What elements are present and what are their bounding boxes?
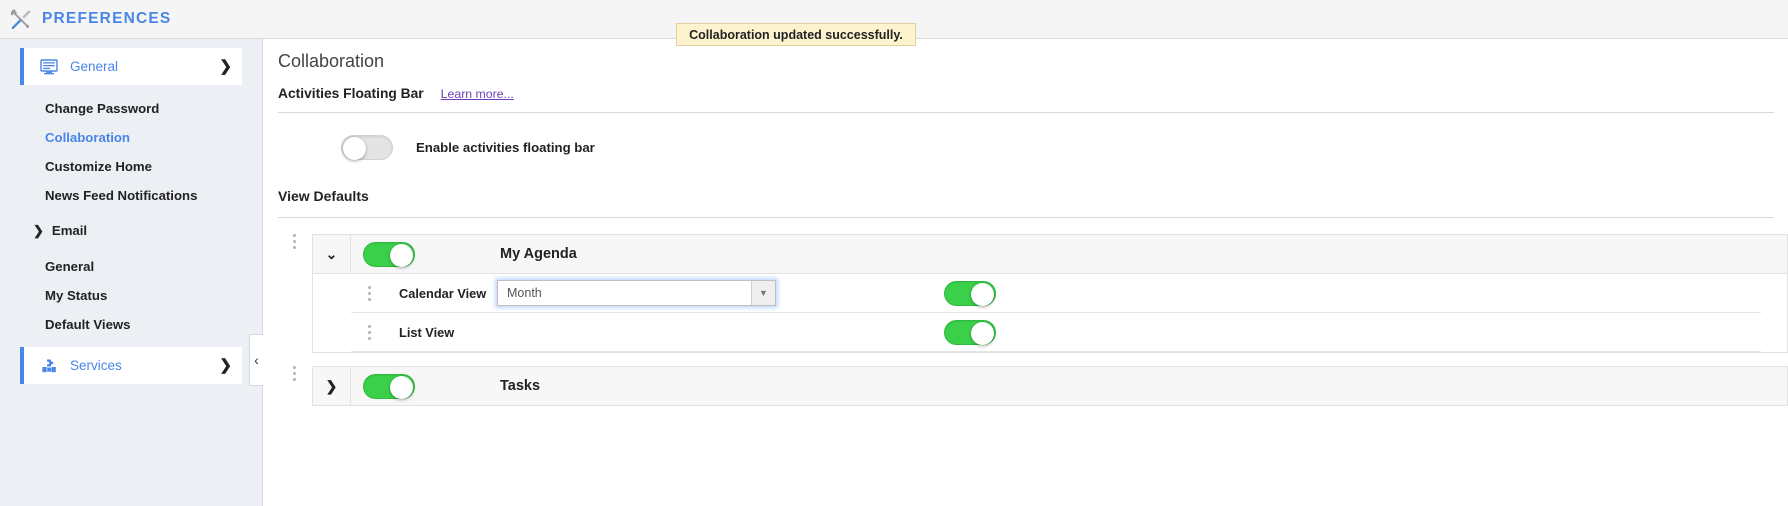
sidebar-item-label: General — [45, 259, 95, 274]
sidebar-section-services-label: Services — [70, 358, 122, 373]
sidebar-item-label: News Feed Notifications — [45, 188, 198, 203]
group-toggle-my-agenda[interactable] — [363, 241, 415, 267]
enable-floating-bar-toggle[interactable] — [341, 135, 393, 160]
sidebar-section-general[interactable]: General ❯ — [20, 48, 242, 85]
drag-handle-icon[interactable] — [363, 285, 375, 301]
calendar-view-toggle[interactable] — [944, 280, 996, 306]
toggle-knob — [971, 321, 994, 345]
view-default-group: ❯ Tasks — [292, 366, 1788, 406]
sidebar-item-email-general[interactable]: General — [0, 252, 262, 281]
group-name: My Agenda — [500, 246, 577, 262]
drag-handle-icon[interactable] — [288, 234, 300, 249]
puzzle-icon — [38, 358, 60, 374]
group-expander-icon[interactable]: ⌄ — [313, 235, 351, 273]
sidebar: General ❯ Change Password Collaboration … — [0, 39, 263, 506]
sidebar-section-services[interactable]: Services ❯ — [20, 347, 242, 384]
group-toggle-tasks[interactable] — [363, 373, 415, 399]
sidebar-item-label: My Status — [45, 288, 108, 303]
toggle-knob — [971, 282, 994, 306]
sidebar-item-label: Change Password — [45, 101, 160, 116]
chevron-left-icon: ‹ — [254, 352, 259, 368]
view-default-row-list-view: List View — [351, 313, 1761, 352]
group-header-tasks: ❯ Tasks — [312, 366, 1788, 406]
toggle-knob — [343, 137, 366, 160]
group-header-my-agenda: ⌄ My Agenda — [312, 234, 1788, 274]
divider — [278, 112, 1774, 113]
toggle-knob — [390, 243, 413, 267]
sidebar-group-label: Email — [51, 223, 88, 238]
sidebar-item-label: Collaboration — [45, 130, 130, 145]
sidebar-item-news-feed-notifications[interactable]: News Feed Notifications — [0, 181, 262, 210]
sidebar-item-default-views[interactable]: Default Views — [0, 310, 262, 339]
toast-message: Collaboration updated successfully. — [689, 27, 903, 42]
drag-handle-icon[interactable] — [288, 366, 300, 381]
chevron-right-icon: ❯ — [219, 58, 232, 75]
chevron-right-icon: ❯ — [219, 357, 232, 374]
row-label: List View — [399, 324, 455, 340]
sidebar-section-general-label: General — [70, 59, 119, 74]
view-default-group: ⌄ My Agenda Calendar View Month ▼ List V… — [292, 234, 1788, 353]
group-expander-icon[interactable]: ❯ — [313, 367, 351, 405]
drag-handle-icon[interactable] — [363, 324, 375, 340]
status-toast: Collaboration updated successfully. — [676, 23, 916, 46]
sidebar-item-label: Default Views — [45, 317, 131, 332]
chevron-right-icon: ❯ — [33, 222, 44, 238]
sidebar-group-email[interactable]: ❯ Email — [0, 216, 262, 245]
chevron-down-icon[interactable]: ▼ — [751, 281, 775, 305]
calendar-view-select[interactable]: Month ▼ — [497, 280, 776, 306]
section-subtitle: Activities Floating Bar — [278, 86, 424, 101]
main-content: Collaboration Activities Floating Bar Le… — [264, 39, 1788, 506]
sidebar-collapse-handle[interactable]: ‹ — [249, 334, 263, 386]
enable-floating-bar-label: Enable activities floating bar — [416, 140, 595, 155]
view-defaults-list: ⌄ My Agenda Calendar View Month ▼ List V… — [264, 234, 1788, 406]
calendar-view-select-value: Month — [507, 286, 542, 300]
row-label: Calendar View — [399, 285, 487, 301]
sidebar-item-label: Customize Home — [45, 159, 152, 174]
learn-more-link[interactable]: Learn more... — [441, 87, 514, 101]
group-name: Tasks — [500, 378, 541, 394]
toggle-knob — [390, 375, 413, 399]
sidebar-item-change-password[interactable]: Change Password — [0, 94, 262, 123]
sidebar-item-my-status[interactable]: My Status — [0, 281, 262, 310]
view-default-row-calendar-view: Calendar View Month ▼ — [351, 274, 1761, 313]
sidebar-item-collaboration[interactable]: Collaboration — [0, 123, 262, 152]
view-defaults-title: View Defaults — [278, 188, 369, 204]
list-view-toggle[interactable] — [944, 319, 996, 345]
monitor-icon — [38, 58, 60, 75]
app-title: PREFERENCES — [42, 10, 172, 27]
enable-floating-bar-row: Enable activities floating bar — [341, 135, 1788, 160]
tools-icon — [8, 6, 34, 32]
activities-floating-bar-header: Activities Floating Bar Learn more... — [278, 86, 1788, 101]
group-body-my-agenda: Calendar View Month ▼ List View — [312, 274, 1788, 353]
divider — [278, 217, 1774, 218]
page-title: Collaboration — [278, 51, 385, 71]
sidebar-item-customize-home[interactable]: Customize Home — [0, 152, 262, 181]
